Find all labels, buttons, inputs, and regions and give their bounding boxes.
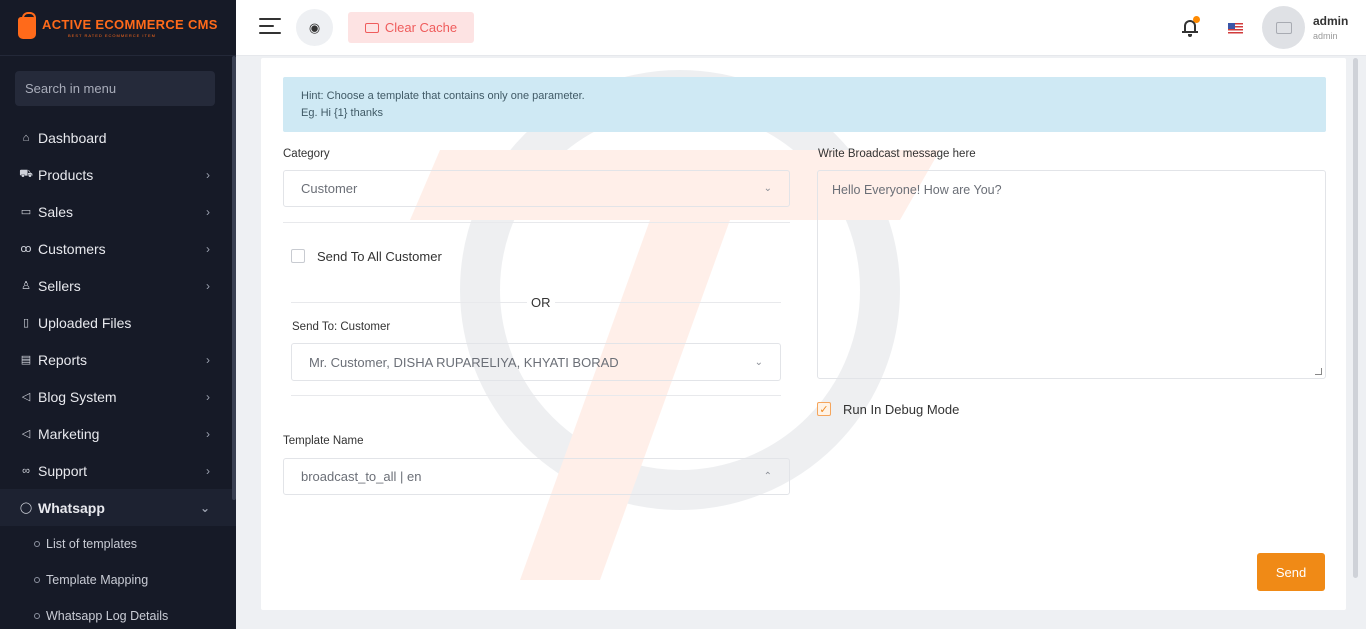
chevron-down-icon: ⌄ [754, 356, 763, 368]
divider [283, 222, 790, 223]
sidebar-subitem-list-of-templates[interactable]: List of templates [0, 526, 236, 562]
resize-handle-icon[interactable] [1315, 368, 1322, 375]
send-to-select[interactable]: Mr. Customer, DISHA RUPARELIYA, KHYATI B… [291, 343, 781, 381]
chevron-right-icon: › [206, 241, 210, 256]
link-icon: ∞ [22, 464, 30, 477]
sidebar-item-uploaded-files[interactable]: ▯ Uploaded Files [0, 304, 236, 341]
send-to-all-checkbox[interactable] [291, 249, 305, 263]
chevron-right-icon: › [206, 278, 210, 293]
chevron-down-icon: ⌄ [763, 183, 772, 194]
page-scrollbar[interactable] [1353, 58, 1358, 578]
money-icon: ▭ [20, 206, 32, 218]
sidebar-menu: ⌂ Dashboard ⛟ Products › ▭ Sales › ꝏ Customers… [0, 119, 236, 629]
category-select[interactable]: Customer ⌄ [283, 170, 790, 207]
user-role: admin [1313, 31, 1338, 41]
bullet-icon [34, 613, 40, 619]
or-text: OR [527, 295, 555, 310]
sidebar-subitem-template-mapping[interactable]: Template Mapping [0, 562, 236, 598]
file-icon: ▯ [22, 317, 30, 329]
hint-box: Hint: Choose a template that contains on… [283, 77, 1326, 132]
sidebar-scrollbar[interactable] [232, 56, 236, 500]
bullet-icon [34, 577, 40, 583]
chevron-down-icon: ⌄ [199, 500, 210, 515]
sidebar-item-support[interactable]: ∞ Support › [0, 452, 236, 489]
debug-mode-checkbox[interactable]: ✓ [817, 402, 831, 416]
us-flag-icon[interactable] [1228, 23, 1243, 34]
sidebar-item-sellers[interactable]: ♙ Sellers › [0, 267, 236, 304]
brand-subtitle: BEST RATED ECOMMERCE ITEM [68, 33, 156, 38]
user-name[interactable]: admin [1313, 14, 1348, 28]
sidebar-item-customers[interactable]: ꝏ Customers › [0, 230, 236, 267]
whatsapp-submenu: List of templates Template Mapping Whats… [0, 526, 236, 629]
chevron-right-icon: › [206, 204, 210, 219]
user-icon: ♙ [21, 280, 31, 292]
notification-bell-icon[interactable] [1182, 16, 1200, 37]
sidebar-item-marketing[interactable]: ◁ Marketing › [0, 415, 236, 452]
clear-cache-button[interactable]: Clear Cache [348, 12, 474, 43]
chevron-right-icon: › [206, 167, 210, 182]
chevron-right-icon: › [206, 463, 210, 478]
template-name-select[interactable]: broadcast_to_all | en ⌃ [283, 458, 790, 495]
hint-line-2: Eg. Hi {1} thanks [301, 107, 383, 119]
divider [291, 395, 781, 396]
template-name-label: Template Name [283, 435, 364, 447]
send-button[interactable]: Send [1257, 553, 1325, 591]
chevron-right-icon: › [206, 352, 210, 367]
sidebar-subitem-whatsapp-log-details[interactable]: Whatsapp Log Details [0, 598, 236, 629]
sidebar-item-sales[interactable]: ▭ Sales › [0, 193, 236, 230]
image-placeholder-icon [1275, 21, 1292, 34]
cache-icon [364, 22, 379, 33]
megaphone-icon: ◁ [21, 428, 31, 440]
sidebar-item-reports[interactable]: ▤ Reports › [0, 341, 236, 378]
hint-line-1: Hint: Choose a template that contains on… [301, 90, 585, 102]
avatar[interactable] [1262, 6, 1305, 49]
whatsapp-icon: ◯ [19, 502, 33, 514]
menu-toggle-icon[interactable] [259, 18, 281, 36]
cart-icon: ⛟ [19, 167, 33, 180]
brand-title: ACTIVE ECOMMERCE CMS [42, 17, 218, 32]
report-icon: ▤ [20, 354, 32, 366]
broadcast-message-textarea[interactable]: Hello Everyone! How are You? [817, 170, 1326, 379]
bullet-icon [34, 541, 40, 547]
debug-mode-label: Run In Debug Mode [843, 402, 960, 417]
home-icon: ⌂ [22, 131, 30, 144]
chevron-right-icon: › [206, 426, 210, 441]
sidebar-item-whatsapp[interactable]: ◯ Whatsapp ⌄ [0, 489, 236, 526]
send-to-label: Send To: Customer [292, 321, 391, 333]
sidebar-item-blog-system[interactable]: ◁ Blog System › [0, 378, 236, 415]
topbar: ◉ Clear Cache admin admin [236, 0, 1366, 56]
notification-badge [1193, 16, 1200, 23]
chevron-up-icon: ⌃ [763, 471, 772, 482]
brand[interactable]: ACTIVE ECOMMERCE CMS BEST RATED ECOMMERC… [0, 0, 236, 56]
sidebar-item-dashboard[interactable]: ⌂ Dashboard [0, 119, 236, 156]
megaphone-icon: ◁ [21, 391, 31, 403]
globe-icon[interactable]: ◉ [296, 9, 333, 46]
category-label: Category [283, 148, 330, 160]
menu-search-input[interactable] [15, 71, 215, 106]
sidebar: ACTIVE ECOMMERCE CMS BEST RATED ECOMMERC… [0, 0, 236, 629]
send-to-all-label: Send To All Customer [317, 249, 442, 264]
sidebar-item-products[interactable]: ⛟ Products › [0, 156, 236, 193]
shopping-bag-logo-icon [18, 11, 36, 39]
users-icon: ꝏ [20, 243, 32, 255]
message-label: Write Broadcast message here [818, 148, 976, 160]
chevron-right-icon: › [206, 389, 210, 404]
